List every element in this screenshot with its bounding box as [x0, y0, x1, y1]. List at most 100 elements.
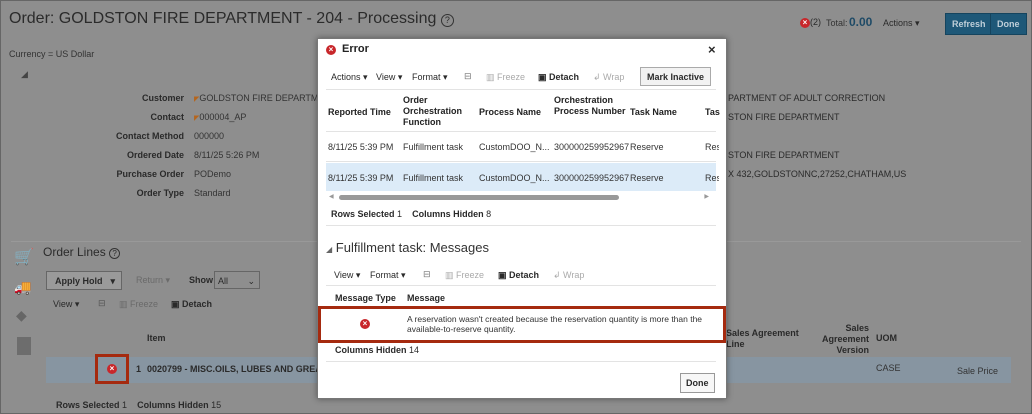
rows-selected-value: 1 [122, 400, 128, 410]
rows-selected-label: Rows Selected [331, 209, 395, 219]
table-cell: CustomDOO_N... [479, 142, 550, 152]
error-icon: × [326, 45, 336, 55]
table-cell: CustomDOO_N... [479, 173, 550, 183]
column-header[interactable]: Order Orchestration Function [403, 95, 475, 129]
rows-selected-label: Rows Selected [56, 400, 120, 410]
view-label: View [376, 72, 396, 82]
refresh-button[interactable]: Refresh [945, 13, 993, 35]
freeze-button[interactable]: ▥ Freeze [119, 299, 158, 310]
apply-hold-button[interactable]: Apply Hold ▾ [46, 271, 122, 290]
field-label: Contact Method [116, 131, 184, 141]
chevron-down-icon: ⌄ [247, 276, 255, 286]
uom-value: CASE [876, 363, 901, 373]
close-icon[interactable]: × [708, 42, 716, 57]
wrap-button[interactable]: ↲ Wrap [553, 270, 584, 281]
error-icon: × [360, 319, 370, 329]
field-label: Purchase Order [116, 169, 184, 179]
error-icon[interactable]: × [107, 364, 117, 374]
column-header[interactable]: Process Name [479, 107, 551, 141]
field-value-text: PODemo [194, 169, 232, 179]
format-label: Format [412, 72, 441, 82]
detach-button[interactable]: ▣ Detach [171, 299, 212, 310]
cart-icon[interactable]: 🛒 [14, 247, 34, 267]
return-button[interactable]: Return ▾ [136, 275, 170, 286]
error-dialog: × Error × Actions ▾ View ▾ Format ▾ ⊟ ▥ … [317, 38, 727, 399]
filter-icon[interactable]: ⊟ [423, 269, 431, 280]
field-label: Ordered Date [126, 150, 184, 160]
actions-menu[interactable]: Actions ▾ [331, 72, 368, 83]
field-label: Order Type [136, 188, 184, 198]
view-menu[interactable]: View ▾ [376, 72, 402, 83]
field-value: 000000 [194, 131, 224, 141]
actions-label: Actions [331, 72, 361, 82]
show-label: Show [189, 275, 213, 285]
column-header[interactable]: Tas [705, 107, 725, 141]
field-value: PODemo [194, 169, 231, 179]
order-lines-title: Order Lines ? [43, 245, 121, 259]
columns-hidden-value: 14 [409, 345, 420, 355]
detach-button[interactable]: ▣ Detach [538, 72, 579, 83]
filter-icon[interactable]: ⊟ [464, 71, 472, 82]
document-icon[interactable] [17, 337, 31, 355]
messages-section-header[interactable]: ◢ Fulfillment task: Messages [326, 240, 489, 255]
horizontal-scrollbar[interactable]: ◀ ▶ [329, 194, 709, 201]
view-menu[interactable]: View ▾ [53, 299, 79, 310]
column-message: Message [407, 293, 446, 303]
mark-inactive-button[interactable]: Mark Inactive [640, 67, 712, 86]
rows-selected: Rows Selected 1 Columns Hidden 15 [56, 400, 221, 410]
right-value: PARTMENT OF ADULT CORRECTION [728, 93, 886, 103]
error-count[interactable]: × (2) [800, 17, 821, 28]
right-value: X 432,GOLDSTONNC,27252,CHATHAM,US [728, 169, 907, 179]
field-value: 8/11/25 5:26 PM [194, 150, 259, 160]
error-icon: × [800, 18, 810, 28]
total-value: 0.00 [849, 15, 873, 29]
detach-button[interactable]: ▣ Detach [498, 270, 539, 281]
field-value[interactable]: ◤GOLDSTON FIRE DEPARTMEN [194, 93, 331, 103]
chevron-down-icon: ▾ [110, 276, 116, 286]
dialog-done-button[interactable]: Done [680, 373, 715, 393]
column-message-type: Message Type [335, 293, 396, 303]
item-value[interactable]: 0020799 - MISC.OILS, LUBES AND GREASE [147, 364, 334, 374]
collapse-triangle-icon[interactable]: ◢ [21, 69, 28, 80]
freeze-button[interactable]: ▥ Freeze [445, 270, 484, 281]
view-menu[interactable]: View ▾ [334, 270, 360, 281]
help-icon[interactable]: ? [109, 248, 121, 259]
field-value: Standard [194, 188, 231, 198]
field-label: Customer [141, 93, 184, 103]
help-icon[interactable]: ? [440, 14, 454, 27]
price-value: Sale Price [957, 366, 999, 376]
columns-hidden-label: Columns Hidden [137, 400, 209, 410]
wrap-label: Wrap [603, 72, 625, 82]
detach-label: Detach [549, 72, 580, 82]
truck-icon[interactable]: 🚚 [14, 279, 31, 296]
freeze-button[interactable]: ▥ Freeze [486, 72, 525, 83]
field-value[interactable]: ◤000004_AP [194, 112, 246, 122]
freeze-label: Freeze [456, 270, 485, 280]
table-cell: 300000259952967 [554, 142, 630, 152]
field-value-text: 000004_AP [199, 112, 247, 122]
wrap-button[interactable]: ↲ Wrap [593, 72, 624, 83]
messages-title: Fulfillment task: Messages [335, 240, 489, 255]
column-header[interactable]: Task Name [630, 107, 702, 141]
table-cell: 300000259952967 [554, 173, 630, 183]
format-menu[interactable]: Format ▾ [412, 72, 448, 83]
field-value-text: Standard [194, 188, 231, 198]
view-label: View [53, 299, 73, 309]
show-value: All [218, 276, 229, 286]
actions-label: Actions [883, 18, 913, 28]
rows-selected: Rows Selected 1 Columns Hidden 8 [331, 209, 491, 219]
filter-icon[interactable]: ⊟ [98, 298, 106, 309]
collapse-triangle-icon[interactable]: ◢ [326, 245, 332, 254]
format-menu[interactable]: Format ▾ [370, 270, 406, 281]
actions-menu[interactable]: Actions ▾ [883, 18, 920, 29]
show-select[interactable]: All ⌄ [214, 271, 260, 289]
column-header[interactable]: Orchestration Process Number [554, 95, 626, 129]
table-cell: Res [705, 173, 719, 183]
apply-hold-label: Apply Hold [55, 276, 103, 286]
table-cell: Reserve [630, 142, 664, 152]
column-sales-agreement-line: Sales Agreement Line [726, 328, 799, 349]
column-header[interactable]: Reported Time [328, 107, 400, 141]
message-text: A reservation wasn't created because the… [407, 314, 703, 334]
done-button[interactable]: Done [990, 13, 1027, 35]
tag-icon[interactable]: ◆ [16, 307, 27, 324]
